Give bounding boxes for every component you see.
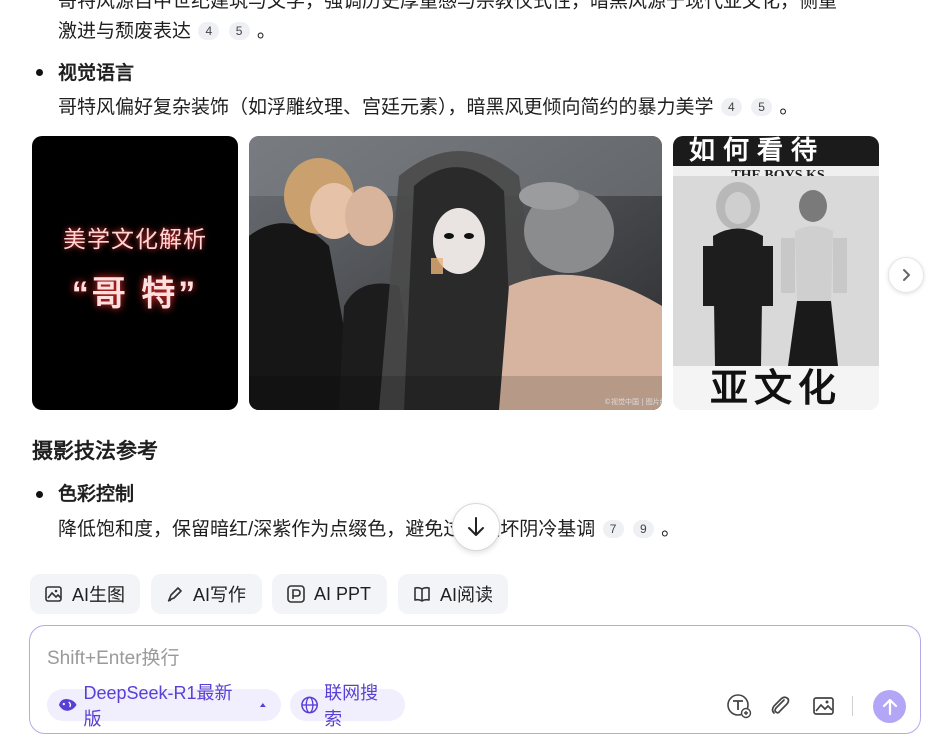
citation-badge[interactable]: 5 bbox=[228, 22, 250, 40]
paragraph-text: 激进与颓废表达 bbox=[58, 21, 192, 42]
image-upload-icon bbox=[813, 697, 834, 715]
card-caption: “哥 特” bbox=[71, 275, 199, 313]
carousel-next-button[interactable] bbox=[888, 257, 924, 293]
image-card-gothic-crowd[interactable]: ©视觉中国 | 图片编号 bbox=[249, 136, 662, 410]
paragraph-line: 哥特风源自中世纪建筑与文学，强调历史厚重感与宗教仪式性，暗黑风源于现代亚文化，侧… bbox=[58, 0, 838, 12]
ppt-icon bbox=[287, 585, 305, 603]
paperclip-icon bbox=[771, 696, 790, 714]
pen-icon bbox=[167, 587, 182, 602]
tool-label: AI生图 bbox=[72, 585, 126, 605]
globe-icon bbox=[301, 696, 318, 714]
ai-writing-button[interactable]: AI写作 bbox=[151, 574, 262, 614]
card-caption: 亚文化 bbox=[709, 368, 842, 410]
model-selector[interactable]: DeepSeek-R1最新版 bbox=[47, 683, 281, 729]
tool-label: AI PPT bbox=[314, 583, 372, 604]
caret-up-icon bbox=[260, 703, 267, 707]
citation-badge[interactable]: 9 bbox=[632, 520, 654, 538]
arrow-up-icon bbox=[882, 698, 897, 715]
model-label: DeepSeek-R1最新版 bbox=[83, 683, 233, 729]
image-gen-icon bbox=[45, 586, 62, 602]
tool-label: AI阅读 bbox=[440, 585, 494, 605]
period: 。 bbox=[256, 21, 276, 42]
photo-gothic-crowd: ©视觉中国 | 图片编号 bbox=[249, 136, 662, 410]
attach-file-button[interactable] bbox=[766, 692, 794, 720]
paragraph-text: 降低饱和度，保留暗红/深紫作为点缀色，避免过度破坏阴冷基调 bbox=[58, 519, 596, 540]
toolbar-divider bbox=[852, 696, 853, 716]
ai-image-button[interactable]: AI生图 bbox=[30, 574, 140, 614]
bullet-title: 色彩控制 bbox=[58, 484, 135, 505]
bullet-dot bbox=[36, 69, 43, 76]
deepseek-whale-icon bbox=[58, 699, 77, 711]
citation-badge[interactable]: 7 bbox=[602, 520, 624, 538]
bullet-title: 视觉语言 bbox=[58, 63, 135, 84]
chat-input-placeholder[interactable]: Shift+Enter换行 bbox=[47, 643, 180, 670]
tool-label: AI写作 bbox=[193, 585, 247, 605]
citation-badge[interactable]: 4 bbox=[720, 98, 742, 116]
photo-punk-duo bbox=[673, 176, 879, 366]
ai-reading-button[interactable]: AI阅读 bbox=[398, 574, 508, 614]
text-format-icon bbox=[727, 694, 752, 719]
card-caption: 如何看待 bbox=[689, 136, 826, 165]
chevron-right-icon bbox=[903, 269, 910, 281]
section-title: 摄影技法参考 bbox=[32, 440, 158, 463]
image-card-gothic-title[interactable]: 美学文化解析 “哥 特” bbox=[32, 136, 238, 410]
send-button[interactable] bbox=[873, 690, 906, 723]
citation-badge[interactable]: 4 bbox=[198, 22, 220, 40]
upload-image-button[interactable] bbox=[810, 692, 838, 720]
period: 。 bbox=[779, 97, 799, 118]
period: 。 bbox=[661, 519, 681, 540]
image-card-subculture[interactable]: 如何看待 THE BOYS KS 亚文化 bbox=[673, 136, 879, 410]
paragraph-line: 激进与颓废表达 4 5 。 bbox=[58, 18, 276, 46]
chat-input-box[interactable]: Shift+Enter换行 DeepSeek-R1最新版 联网搜索 bbox=[29, 625, 921, 734]
book-icon bbox=[414, 586, 430, 602]
scroll-to-bottom-button[interactable] bbox=[452, 503, 500, 551]
paragraph-text: 哥特风偏好复杂装饰（如浮雕纹理、宫廷元素），暗黑风更倾向简约的暴力美学 bbox=[58, 97, 714, 118]
image-watermark: ©视觉中国 | 图片编号 bbox=[604, 397, 662, 406]
card-caption: 美学文化解析 bbox=[63, 226, 207, 252]
citation-badge[interactable]: 5 bbox=[751, 98, 773, 116]
text-tool-button[interactable] bbox=[725, 692, 753, 720]
ai-ppt-button[interactable]: AI PPT bbox=[272, 574, 387, 614]
bullet-text: 哥特风偏好复杂装饰（如浮雕纹理、宫廷元素），暗黑风更倾向简约的暴力美学 4 5 … bbox=[58, 94, 798, 122]
bullet-dot bbox=[36, 491, 43, 498]
web-search-toggle[interactable]: 联网搜索 bbox=[290, 683, 405, 729]
web-search-label: 联网搜索 bbox=[324, 683, 379, 729]
arrow-down-icon bbox=[468, 517, 484, 536]
